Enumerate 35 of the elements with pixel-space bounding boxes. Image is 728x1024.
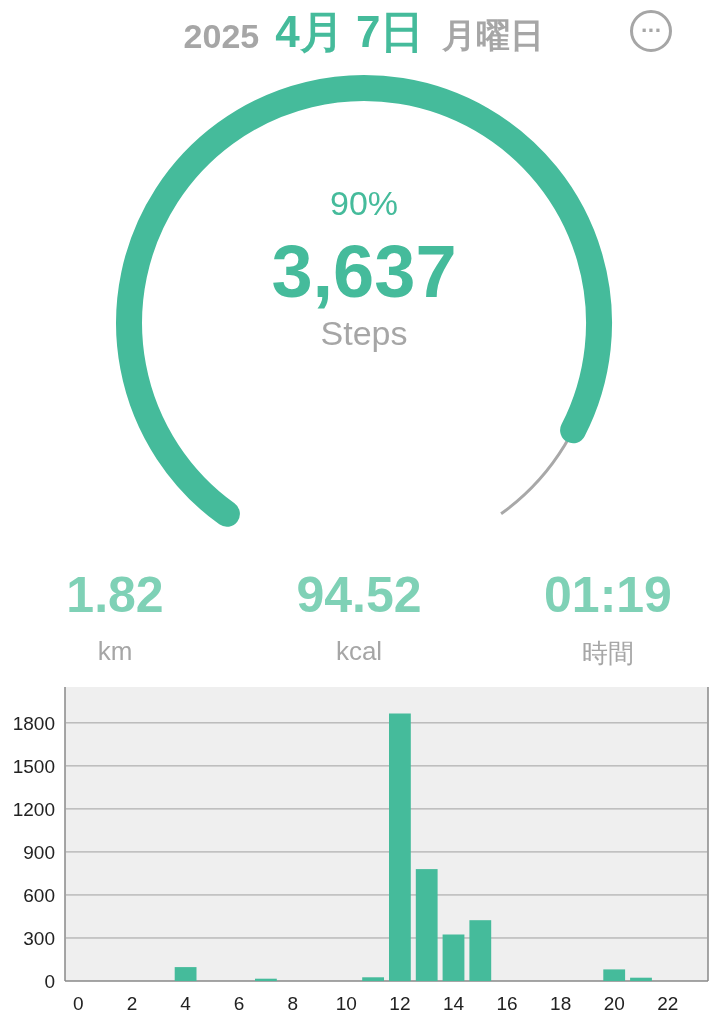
bar (174, 967, 197, 981)
stat-unit: km (97, 636, 133, 667)
x-tick-label: 14 (442, 993, 465, 1014)
x-tick-label: 6 (233, 993, 245, 1014)
x-tick-label: 16 (496, 993, 518, 1014)
stat-value: 01:19 (544, 566, 672, 624)
stat-unit: kcal (335, 636, 383, 667)
y-tick-label: 1800 (12, 712, 55, 734)
date-text: 4月 7日 (275, 5, 425, 58)
y-tick-label: 300 (23, 928, 55, 949)
year-text: 2025 (183, 16, 260, 56)
x-tick-label: 2 (126, 993, 138, 1014)
stat-value: 1.82 (66, 566, 164, 624)
y-tick-label: 1500 (12, 755, 55, 777)
x-tick-label: 4 (180, 993, 191, 1014)
x-tick-label: 12 (389, 993, 411, 1014)
weekday-text: 月曜日 (442, 15, 545, 56)
y-tick-label: 900 (23, 841, 55, 863)
y-tick-label: 0 (44, 971, 55, 992)
x-tick-label: 18 (550, 993, 572, 1014)
bar (469, 920, 492, 981)
bar (603, 969, 626, 981)
bar (630, 977, 652, 981)
x-tick-label: 10 (335, 993, 357, 1014)
y-tick-label: 1200 (12, 798, 55, 820)
more-button[interactable]: ··· (630, 10, 672, 52)
x-tick-label: 0 (73, 993, 84, 1014)
stat-value: 94.52 (296, 566, 422, 624)
stat-unit: 時間 (582, 637, 634, 670)
x-tick-label: 8 (287, 993, 298, 1014)
y-tick-label: 600 (23, 884, 55, 906)
bar (362, 977, 384, 981)
x-tick-label: 22 (657, 993, 679, 1014)
bar (255, 978, 277, 981)
x-tick-label: 20 (603, 993, 625, 1014)
